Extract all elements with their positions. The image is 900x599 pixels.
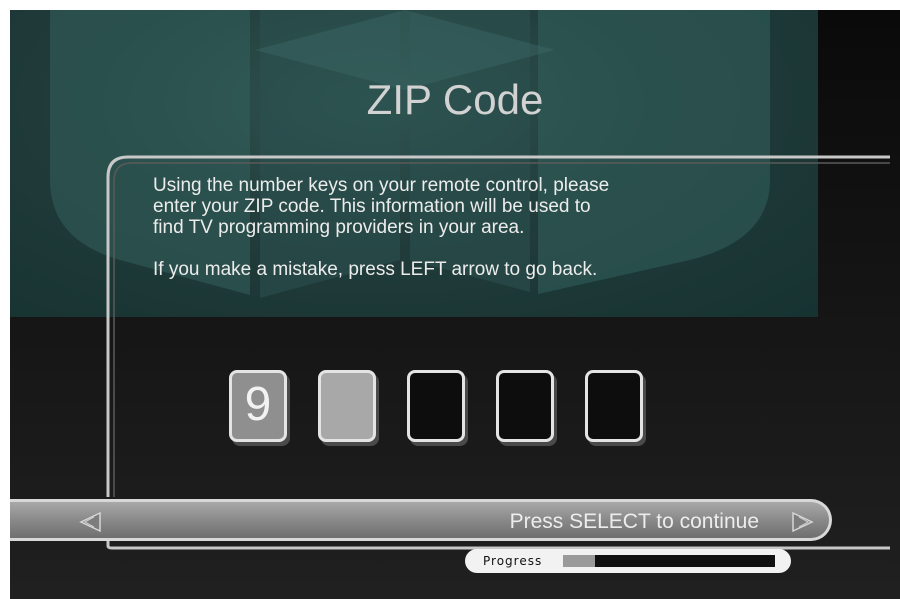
progress-fill (563, 555, 595, 567)
progress-indicator: Progress (465, 549, 791, 573)
navigation-bar: Press SELECT to continue (10, 499, 832, 541)
instruction-line: Using the number keys on your remote con… (153, 175, 610, 196)
tv-screen: ZIP Code Using the number keys on your r… (0, 0, 900, 599)
zip-digit-3[interactable] (407, 370, 465, 442)
instruction-line: enter your ZIP code. This information wi… (153, 196, 591, 217)
continue-label[interactable]: Press SELECT to continue (510, 508, 759, 536)
zip-digit-1[interactable]: 9 (229, 370, 287, 442)
setup-screen: ZIP Code Using the number keys on your r… (10, 10, 900, 599)
zip-digit-2[interactable] (318, 370, 376, 442)
progress-label: Progress (483, 554, 543, 568)
instructions-text: Using the number keys on your remote con… (153, 175, 793, 280)
instruction-line: find TV programming providers in your ar… (153, 217, 525, 238)
zip-digit-4[interactable] (496, 370, 554, 442)
mistake-hint: If you make a mistake, press LEFT arrow … (153, 259, 598, 280)
page-title: ZIP Code (366, 76, 544, 123)
progress-bar (563, 555, 775, 567)
right-arrow-icon[interactable] (791, 511, 815, 533)
zip-digit-5[interactable] (585, 370, 643, 442)
left-arrow-icon[interactable] (78, 511, 102, 533)
